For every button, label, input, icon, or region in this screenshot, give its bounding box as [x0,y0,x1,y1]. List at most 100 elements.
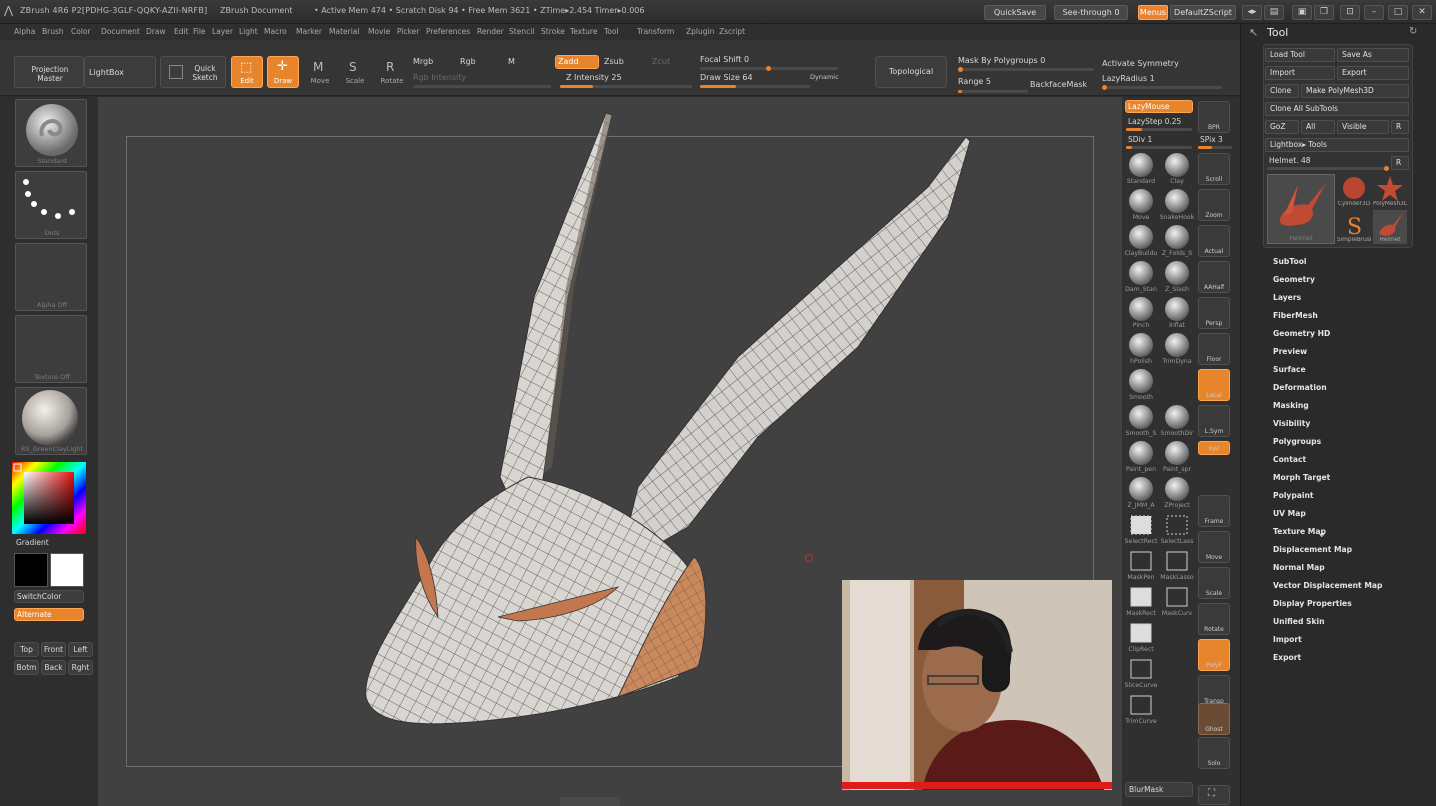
smooth-s-brush-icon[interactable] [1126,404,1156,434]
menu-texture[interactable]: Texture [570,27,597,36]
edit-button[interactable]: ⬚ Edit [231,56,263,88]
menu-stencil[interactable]: Stencil [509,27,534,36]
zsub-toggle[interactable]: Zsub [604,57,624,66]
tray-arrow-icon[interactable]: ↖ [1249,26,1258,39]
smooth-brush-icon[interactable] [1126,368,1156,398]
lightbox-button[interactable]: LightBox [84,56,156,88]
copy-icon[interactable]: ❐ [1314,5,1334,20]
restore-icon[interactable]: ▣ [1292,5,1312,20]
import-button[interactable]: Import [1265,66,1335,80]
tool-menu-texture-map[interactable]: Texture Map [1273,527,1326,536]
tool-menu-geometry-hd[interactable]: Geometry HD [1273,329,1330,338]
menu-zplugin[interactable]: Zplugin [686,27,714,36]
zoom-button[interactable]: Zoom [1198,189,1230,221]
view-back-button[interactable]: Back [41,660,66,675]
quicksave-button[interactable]: QuickSave [984,5,1046,20]
menu-brush[interactable]: Brush [42,27,64,36]
rotate-button[interactable]: Rotate [1198,603,1230,635]
menu-file[interactable]: File [193,27,206,36]
tool-menu-morph-target[interactable]: Morph Target [1273,473,1330,482]
tool-menu-import[interactable]: Import [1273,635,1302,644]
backface-mask-toggle[interactable]: BackfaceMask [1030,80,1087,89]
maskpen-brush-icon[interactable] [1126,548,1156,578]
rotate-button[interactable]: R Rotate [376,56,406,88]
tool-menu-preview[interactable]: Preview [1273,347,1307,356]
layout-icon[interactable]: ▤ [1264,5,1284,20]
persp-button[interactable]: Persp [1198,297,1230,329]
xyz-button[interactable]: xyz [1198,441,1230,455]
maskrect-brush-icon[interactable] [1126,584,1156,614]
inflat-brush-icon[interactable] [1162,296,1192,326]
z-intensity-slider[interactable]: Z Intensity 25 [566,73,622,82]
m-toggle[interactable]: M [508,57,515,66]
zcut-toggle[interactable]: Zcut [652,57,670,66]
menu-tool[interactable]: Tool [604,27,619,36]
goz-r-button[interactable]: R [1391,120,1409,134]
scale-button[interactable]: Scale [1198,567,1230,599]
focal-shift-track[interactable] [700,66,838,71]
floor-button[interactable]: Floor [1198,333,1230,365]
quick-sketch-button[interactable]: Quick Sketch [160,56,226,88]
save-as-button[interactable]: Save As [1337,48,1409,62]
color-picker[interactable] [12,462,86,534]
tray-toggle-icon[interactable]: ◂▸ [1242,5,1262,20]
goz-all-button[interactable]: All [1301,120,1335,134]
refresh-icon[interactable]: ↻ [1409,26,1417,37]
menu-layer[interactable]: Layer [212,27,233,36]
zadd-toggle[interactable]: Zadd [555,55,599,69]
menu-color[interactable]: Color [71,27,91,36]
mask-polygroups-track[interactable] [958,67,1094,72]
canvas-bottom-handle[interactable] [560,797,620,806]
tool-menu-masking[interactable]: Masking [1273,401,1309,410]
maskcurv-brush-icon[interactable] [1162,584,1192,614]
stroke-selector[interactable]: Dots [15,171,87,239]
lazystep-slider[interactable]: LazyStep 0.25 [1128,117,1181,126]
trimdyna-brush-icon[interactable] [1162,332,1192,362]
view-front-button[interactable]: Front [41,642,66,657]
cliprect-brush-icon[interactable] [1126,620,1156,650]
lazymouse-button[interactable]: LazyMouse [1125,100,1193,113]
tool-menu-vector-displacement-map[interactable]: Vector Displacement Map [1273,581,1382,590]
material-selector[interactable]: RS_GreenClayLight [15,387,87,455]
goz-visible-button[interactable]: Visible [1337,120,1389,134]
frame-button[interactable]: Frame [1198,495,1230,527]
tool-menu-surface[interactable]: Surface [1273,365,1306,374]
rotate-axis-button[interactable] [1198,475,1230,489]
activate-symmetry-button[interactable]: Activate Symmetry [1102,59,1179,68]
minimize-icon[interactable]: – [1364,5,1384,20]
mask-by-polygroups-slider[interactable]: Mask By Polygroups 0 [958,56,1045,65]
fullscreen-button[interactable]: ⛶ [1198,785,1230,805]
z-slash-brush-icon[interactable] [1162,260,1192,290]
secondary-color-swatch[interactable] [50,553,84,587]
spix-track[interactable] [1198,146,1232,149]
slicecurve-brush-icon[interactable] [1126,656,1156,686]
selectrect-brush-icon[interactable] [1126,512,1156,542]
smoothdir-brush-icon[interactable] [1162,404,1192,434]
z-jmm-a-brush-icon[interactable] [1126,476,1156,506]
tool-menu-geometry[interactable]: Geometry [1273,275,1315,284]
aahalf-button[interactable]: AAHalf [1198,261,1230,293]
dynamic-toggle[interactable]: Dynamic [810,73,839,81]
goz-button[interactable]: GoZ [1265,120,1299,134]
tool-menu-deformation[interactable]: Deformation [1273,383,1327,392]
snakehook-brush-icon[interactable] [1162,188,1192,218]
actual-button[interactable]: Actual [1198,225,1230,257]
draw-size-track[interactable] [700,85,810,88]
pinch-brush-icon[interactable] [1126,296,1156,326]
move-button[interactable]: Move [1198,531,1230,563]
view-left-button[interactable]: Left [68,642,93,657]
zproject-brush-icon[interactable] [1162,476,1192,506]
lazystep-track[interactable] [1126,128,1192,131]
tool-thumb-simplebrush[interactable]: S SimpleBrush [1337,210,1371,244]
tool-menu-fibermesh[interactable]: FiberMesh [1273,311,1318,320]
standard-brush-icon[interactable] [1126,152,1156,182]
tool-menu-visibility[interactable]: Visibility [1273,419,1310,428]
tool-menu-uv-map[interactable]: UV Map [1273,509,1306,518]
blurmask-button[interactable]: BlurMask [1125,782,1193,797]
menu-render[interactable]: Render [477,27,504,36]
tool-menu-unified-skin[interactable]: Unified Skin [1273,617,1325,626]
menu-light[interactable]: Light [239,27,258,36]
rgb-toggle[interactable]: Rgb [460,57,476,66]
gradient-label[interactable]: Gradient [16,538,49,547]
bpr-button[interactable]: BPR [1198,101,1230,133]
